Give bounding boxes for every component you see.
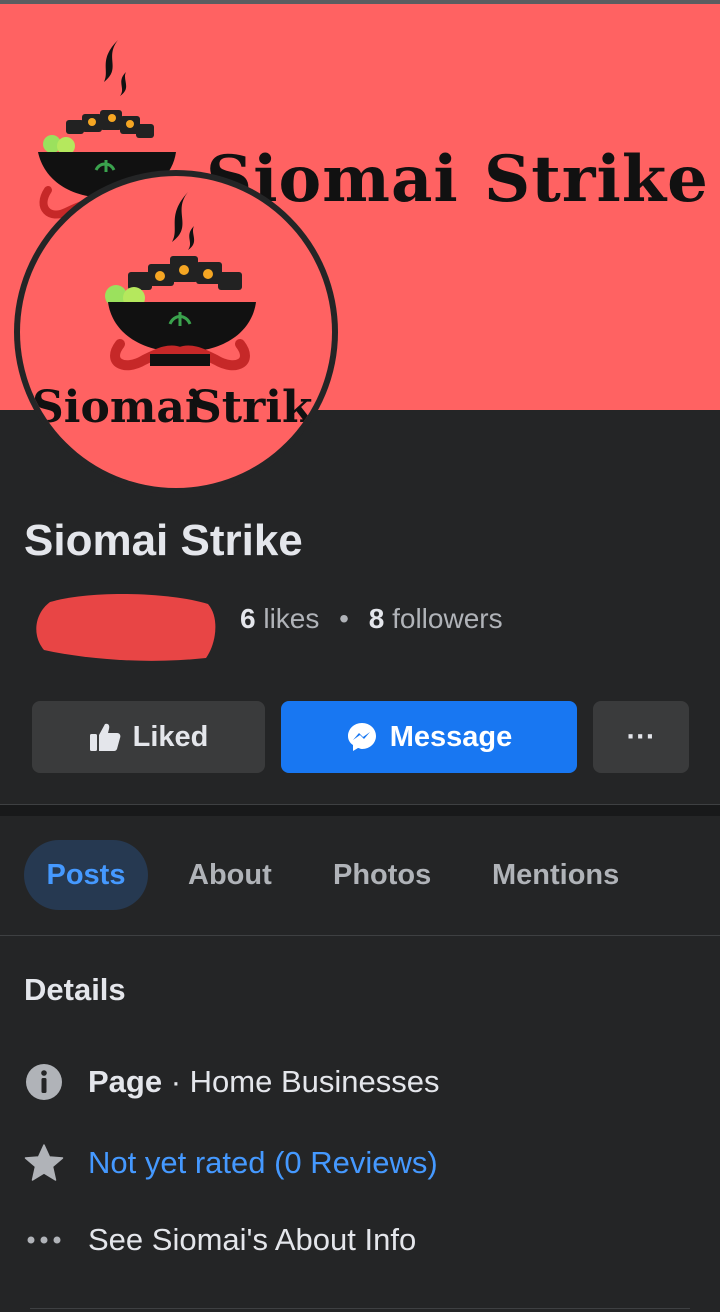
tab-posts[interactable]: Posts <box>24 840 148 910</box>
followers-count: 8 <box>368 603 385 634</box>
followers-label[interactable]: followers <box>392 603 502 634</box>
details-heading: Details <box>24 972 126 1007</box>
redaction-mark <box>36 593 216 661</box>
profile-avatar[interactable]: Siomai Strike <box>14 170 338 494</box>
section-divider <box>0 804 720 816</box>
messenger-icon <box>346 721 378 753</box>
category-row: Page · Home Businesses <box>24 1060 440 1104</box>
tab-mentions[interactable]: Mentions <box>492 840 619 910</box>
about-info-link[interactable]: See Siomai's About Info <box>88 1222 416 1258</box>
info-icon <box>24 1062 64 1102</box>
category-text: Page · Home Businesses <box>88 1064 440 1100</box>
avatar-brand-word-2: Strike <box>190 382 332 433</box>
stats-separator: • <box>339 603 349 634</box>
details-divider <box>30 1308 690 1309</box>
liked-button[interactable]: Liked <box>32 701 265 773</box>
rating-link[interactable]: Not yet rated (0 Reviews) <box>88 1145 438 1181</box>
tabs-divider <box>0 935 720 936</box>
liked-label: Liked <box>132 720 209 753</box>
message-label: Message <box>389 720 513 753</box>
page-title: Siomai Strike <box>24 516 303 565</box>
rating-row[interactable]: Not yet rated (0 Reviews) <box>24 1141 438 1185</box>
category-value: · Home Businesses <box>162 1064 440 1099</box>
star-icon <box>24 1143 64 1183</box>
category-prefix: Page <box>88 1064 163 1099</box>
thumbs-up-icon <box>89 722 121 752</box>
siomai-bowl-logo <box>105 192 256 371</box>
more-dots-icon <box>24 1220 64 1260</box>
more-dots-icon: ··· <box>626 720 656 753</box>
tab-photos[interactable]: Photos <box>333 840 431 910</box>
likes-count: 6 <box>240 603 256 634</box>
page-stats: 6 likes • 8 followers <box>240 603 503 635</box>
tab-about[interactable]: About <box>188 840 272 910</box>
cover-brand-word-2: Strike <box>484 142 709 217</box>
avatar-brand-word-1: Siomai <box>32 382 202 433</box>
about-info-row[interactable]: See Siomai's About Info <box>24 1218 416 1262</box>
likes-label[interactable]: likes <box>263 603 319 634</box>
message-button[interactable]: Message <box>281 701 577 773</box>
more-options-button[interactable]: ··· <box>593 701 689 773</box>
avatar-image: Siomai Strike <box>20 176 332 488</box>
